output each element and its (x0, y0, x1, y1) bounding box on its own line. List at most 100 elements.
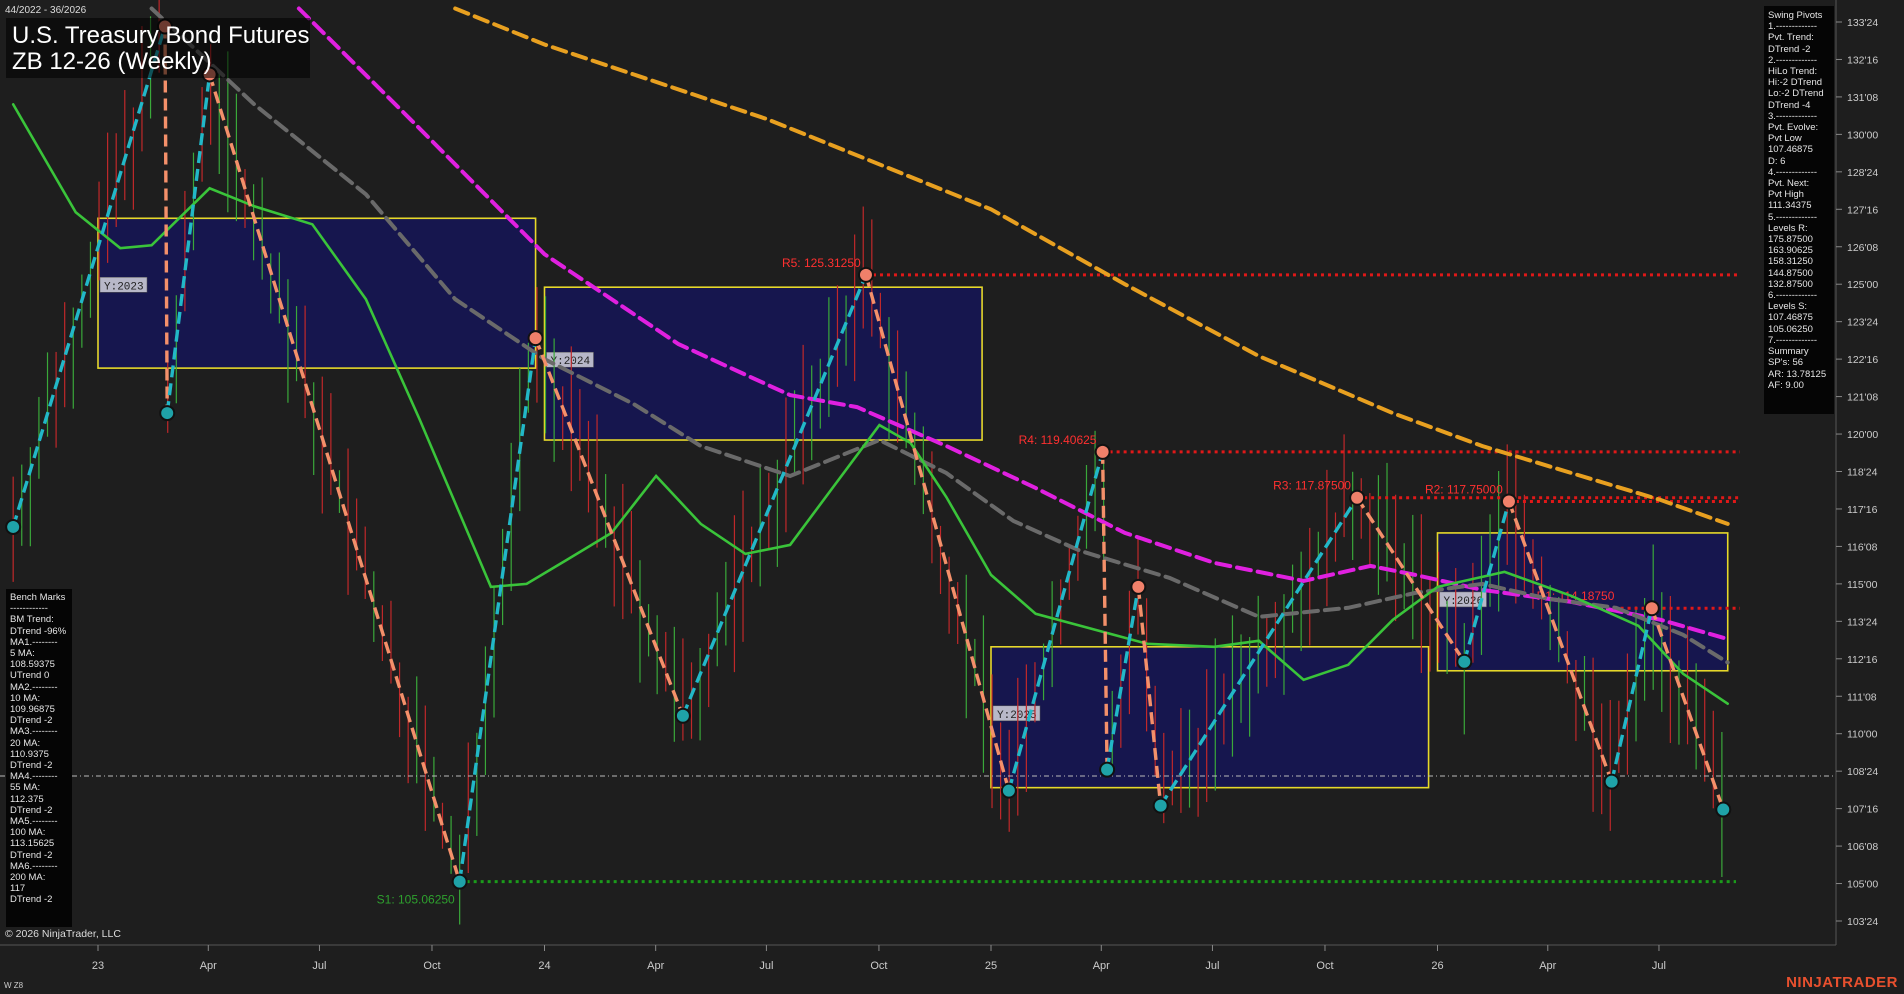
y-tick-label: 130'00 (1847, 129, 1878, 141)
swing-pivots-line: HiLo Trend: (1768, 66, 1818, 78)
y-tick-label: 105'00 (1847, 879, 1878, 891)
swing-pivots-line: 132.87500 (1768, 278, 1813, 290)
swing-pivots-line: 144.87500 (1768, 267, 1813, 279)
swing-pivots-line: Pvt. Evolve: (1768, 122, 1819, 134)
x-tick-label: Jul (312, 960, 326, 972)
bench-marks-panel: Bench Marks ------------ BM Trend: DTrend -… (6, 589, 72, 927)
swing-pivots-line: Lo:-2 DTrend (1768, 88, 1824, 100)
resistance-label: R3: 117.87500 (1273, 479, 1351, 493)
swing-pivots-line: 6.------------- (1768, 290, 1818, 302)
year-box (543, 286, 983, 441)
x-tick-label: Apr (200, 960, 217, 972)
swing-pivots-line: Pvt Low (1768, 133, 1802, 145)
swing-pivots-line: 7.------------- (1768, 334, 1818, 346)
bench-marks-line: DTrend -2 (10, 849, 53, 861)
bench-marks-line: 110.9375 (10, 748, 49, 760)
bench-marks-line: DTrend -2 (10, 804, 53, 816)
swing-pivots-line: AF: 9.00 (1768, 379, 1804, 391)
swing-pivots-line: 175.87500 (1768, 234, 1813, 246)
title-box: U.S. Treasury Bond Futures ZB 12-26 (Wee… (6, 18, 310, 78)
swing-pivots-line: 4.------------- (1768, 166, 1818, 178)
bench-marks-line: 200 MA: (10, 872, 46, 884)
pivot-low-marker (1456, 653, 1473, 670)
year-label-text: Y:2026 (1444, 596, 1484, 608)
resistance-label: R5: 125.31250 (782, 256, 861, 270)
swing-pivots-line: 107.46875 (1768, 312, 1813, 324)
y-tick-label: 118'24 (1847, 467, 1878, 479)
x-tick-label: Oct (423, 960, 440, 972)
y-tick-label: 121'08 (1847, 392, 1878, 404)
x-tick-label: Apr (1093, 960, 1110, 972)
y-tick-label: 110'00 (1847, 729, 1878, 741)
bench-marks-line: 10 MA: (10, 692, 41, 704)
price-chart[interactable]: Y:2023 Y:2024 Y:2025 Y:2026 R5: 125.31250 R4… (0, 0, 1904, 994)
resistance-label: R4: 119.40625 (1019, 433, 1097, 447)
swing-pivots-panel: Swing Pivots 1.------------- Pvt. Trend: DT… (1764, 6, 1834, 414)
y-tick-label: 116'08 (1847, 541, 1878, 553)
swing-pivots-line: 111.34375 (1768, 200, 1812, 212)
year-box (97, 217, 537, 369)
instrument-code: W Z8 (4, 981, 24, 990)
y-tick-label: 131'08 (1847, 92, 1878, 104)
swing-pivots-line: Pvt. Trend: (1768, 32, 1814, 44)
x-tick-label: Jul (759, 960, 773, 972)
pivot-low-marker (1715, 801, 1732, 818)
pivot-low-marker (1152, 797, 1169, 814)
pivot-high-marker (1500, 493, 1517, 510)
bench-marks-line: Bench Marks (10, 592, 66, 603)
x-tick-label: Oct (1316, 960, 1333, 972)
bench-marks-line: 113.15625 (10, 838, 55, 850)
bench-marks-line: 108.59375 (10, 659, 55, 671)
pivot-high-marker (1643, 600, 1660, 617)
swing-pivots-line: 163.90625 (1768, 245, 1813, 257)
y-tick-label: 125'00 (1847, 279, 1878, 291)
bench-marks-line: DTrend -96% (10, 625, 67, 637)
swing-pivots-line: 105.06250 (1768, 323, 1813, 335)
y-tick-label: 117'16 (1847, 504, 1878, 516)
swing-pivots-line: Summary (1768, 346, 1809, 358)
bench-marks-line: DTrend -2 (10, 760, 53, 772)
swing-pivots-line: D: 6 (1768, 155, 1786, 167)
bench-marks-line: 20 MA: (10, 737, 41, 749)
y-tick-label: 111'08 (1847, 691, 1877, 703)
pivot-low-marker (1099, 761, 1116, 778)
swing-pivots-line: 5.------------- (1768, 211, 1818, 223)
y-tick-label: 115'00 (1847, 579, 1878, 591)
y-tick-label: 128'24 (1847, 167, 1878, 179)
bench-marks-line: ------------ (10, 603, 48, 615)
year-label-text: Y:2024 (551, 356, 591, 368)
y-tick-label: 106'08 (1847, 841, 1878, 853)
bench-marks-line: MA2.-------- (10, 681, 58, 693)
bench-marks-line: 117 (10, 883, 26, 895)
swing-pivots-line: SP's: 56 (1768, 357, 1804, 369)
bench-marks-line: UTrend 0 (10, 670, 50, 682)
swing-pivots-line: Levels R: (1768, 222, 1808, 234)
y-tick-label: 113'24 (1847, 616, 1878, 628)
pivot-low-marker (159, 405, 176, 422)
support-label: S1: 105.06250 (377, 893, 455, 907)
swing-pivots-line: Levels S: (1768, 301, 1808, 313)
chart-title: U.S. Treasury Bond Futures (12, 22, 310, 49)
year-box-label: Y:2025 (992, 705, 1041, 722)
bench-marks-line: 55 MA: (10, 782, 41, 794)
pivot-low-marker (1000, 782, 1017, 799)
ninjatrader-logo: NINJATRADER (1786, 974, 1898, 991)
x-tick-label: 25 (985, 960, 997, 972)
bench-marks-line: MA5.-------- (10, 816, 58, 828)
swing-pivots-line: AR: 13.78125 (1768, 368, 1827, 380)
swing-pivots-line: 3.------------- (1768, 110, 1818, 122)
resistance-label: R2: 117.75000 (1425, 482, 1503, 496)
y-tick-label: 120'00 (1847, 429, 1878, 441)
swing-pivots-line: DTrend -2 (1768, 43, 1811, 55)
chart-subtitle: ZB 12-26 (Weekly) (12, 48, 212, 75)
y-tick-label: 126'08 (1847, 242, 1878, 254)
year-box (990, 646, 1430, 789)
y-tick-label: 123'24 (1847, 317, 1878, 329)
bench-marks-line: DTrend -2 (10, 894, 53, 906)
pivot-low-marker (451, 873, 468, 890)
pivot-high-marker (1094, 443, 1111, 460)
y-tick-label: 133'24 (1847, 17, 1878, 29)
year-box-label: Y:2023 (99, 277, 148, 293)
y-tick-label: 132'16 (1847, 54, 1878, 66)
y-tick-label: 112'16 (1847, 654, 1878, 666)
